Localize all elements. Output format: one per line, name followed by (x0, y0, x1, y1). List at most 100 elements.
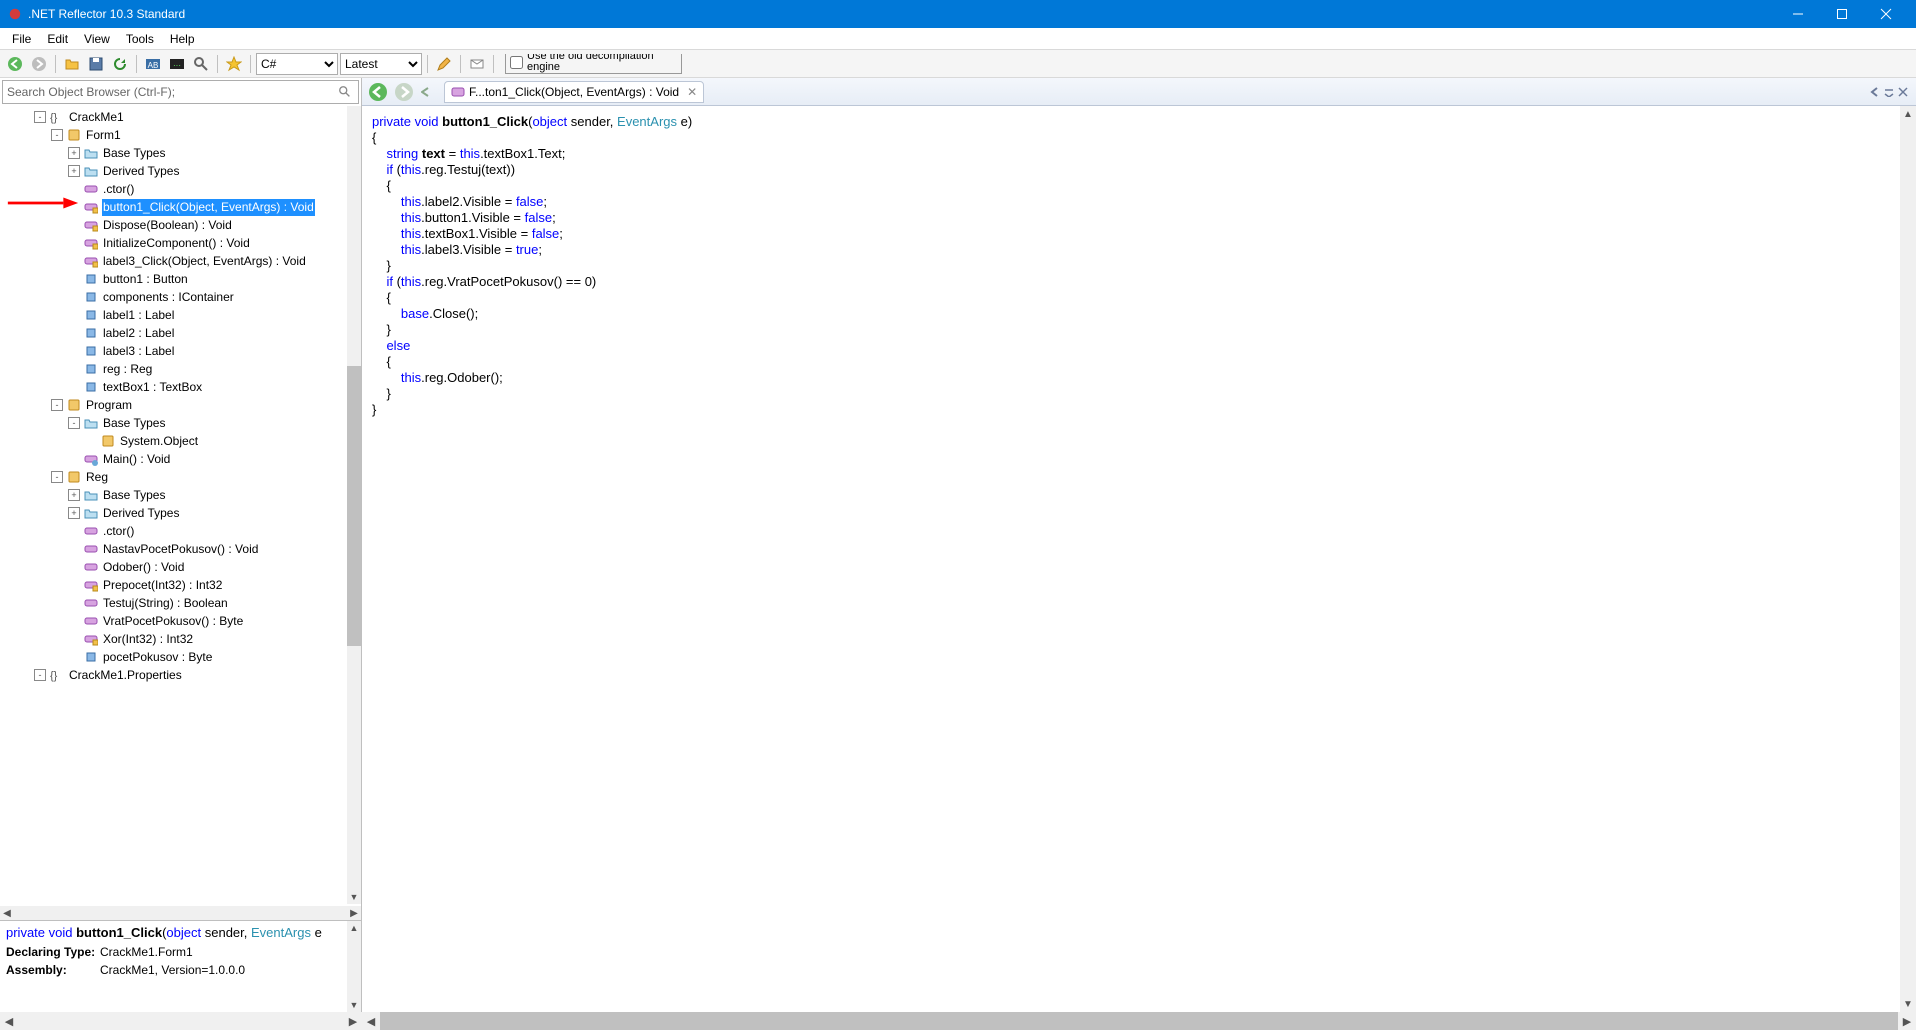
details-scroll-down[interactable]: ▼ (347, 998, 361, 1012)
code-view[interactable]: private void button1_Click(object sender… (362, 106, 1900, 1012)
tree-item[interactable]: +Base Types (0, 486, 347, 504)
mail-icon[interactable] (466, 53, 488, 75)
tree-item[interactable]: .ctor() (0, 180, 347, 198)
tree-item[interactable]: Odober() : Void (0, 558, 347, 576)
toolbar: AB ··· C# Latest Use the old decompilati… (0, 50, 1916, 78)
tab-prev-icon[interactable] (1870, 87, 1880, 97)
search-input[interactable]: Search Object Browser (Ctrl-F); (2, 80, 359, 104)
left-hscroll[interactable]: ◀ ▶ (0, 1012, 362, 1030)
tree-scroll-thumb[interactable] (347, 366, 361, 646)
minimize-button[interactable] (1776, 0, 1820, 28)
tree-hscroll-left[interactable]: ◀ (0, 906, 14, 920)
tree-hscroll-right[interactable]: ▶ (347, 906, 361, 920)
object-tree[interactable]: -{}CrackMe1-Form1+Base Types+Derived Typ… (0, 106, 347, 686)
methods-icon (84, 452, 98, 466)
code-nav-dropdown[interactable] (418, 80, 434, 104)
right-hscroll-left[interactable]: ◀ (362, 1012, 380, 1030)
tree-item[interactable]: button1 : Button (0, 270, 347, 288)
menu-help[interactable]: Help (162, 30, 203, 48)
left-hscroll-left[interactable]: ◀ (0, 1012, 18, 1030)
tree-item[interactable]: label3 : Label (0, 342, 347, 360)
tree-expander[interactable]: - (51, 471, 63, 483)
close-button[interactable] (1864, 0, 1908, 28)
code-scroll-down[interactable]: ▼ (1900, 996, 1916, 1012)
tree-item[interactable]: label3_Click(Object, EventArgs) : Void (0, 252, 347, 270)
tree-expander[interactable]: + (68, 165, 80, 177)
tree-item[interactable]: -{}CrackMe1.Properties (0, 666, 347, 684)
tab-menu-icon[interactable] (1884, 87, 1894, 97)
tree-item[interactable]: components : IContainer (0, 288, 347, 306)
engine-checkbox[interactable]: Use the old decompilation engine (505, 54, 682, 74)
menu-tools[interactable]: Tools (118, 30, 162, 48)
tree-expander (68, 345, 80, 357)
engine-checkbox-input[interactable] (510, 56, 523, 69)
pencil-icon[interactable] (433, 53, 455, 75)
folder-icon (84, 488, 98, 502)
save-button[interactable] (85, 53, 107, 75)
code-icon[interactable]: ··· (166, 53, 188, 75)
tree-expander[interactable]: - (68, 417, 80, 429)
menu-view[interactable]: View (76, 30, 118, 48)
nav-back-button[interactable] (4, 53, 26, 75)
code-nav-back[interactable] (366, 80, 390, 104)
tree-item[interactable]: Xor(Int32) : Int32 (0, 630, 347, 648)
tree-item[interactable]: NastavPocetPokusov() : Void (0, 540, 347, 558)
tree-item[interactable]: textBox1 : TextBox (0, 378, 347, 396)
tree-item[interactable]: VratPocetPokusov() : Byte (0, 612, 347, 630)
code-tab[interactable]: F...ton1_Click(Object, EventArgs) : Void… (444, 81, 704, 103)
tree-item-label: .ctor() (102, 523, 135, 540)
tree-item[interactable]: Testuj(String) : Boolean (0, 594, 347, 612)
tree-hscroll[interactable]: ◀ ▶ (0, 906, 361, 920)
search-icon[interactable] (190, 53, 212, 75)
tree-expander[interactable]: + (68, 147, 80, 159)
menu-edit[interactable]: Edit (39, 30, 76, 48)
close-tab-icon[interactable]: ✕ (687, 85, 697, 99)
code-vscroll[interactable]: ▲ ▼ (1900, 106, 1916, 1012)
tree-item[interactable]: +Base Types (0, 144, 347, 162)
tree-item[interactable]: +Derived Types (0, 504, 347, 522)
right-hscroll[interactable]: ◀ ▶ (362, 1012, 1916, 1030)
field-icon (84, 290, 98, 304)
tree-item[interactable]: .ctor() (0, 522, 347, 540)
code-nav-fwd[interactable] (392, 80, 416, 104)
tree-item[interactable]: Prepocet(Int32) : Int32 (0, 576, 347, 594)
details-scroll-up[interactable]: ▲ (347, 921, 361, 935)
tree-item[interactable]: -Program (0, 396, 347, 414)
open-button[interactable] (61, 53, 83, 75)
tree-item[interactable]: -{}CrackMe1 (0, 108, 347, 126)
tree-scroll-down[interactable]: ▼ (347, 890, 361, 904)
tree-expander[interactable]: + (68, 489, 80, 501)
tree-item[interactable]: pocetPokusov : Byte (0, 648, 347, 666)
tree-expander[interactable]: + (68, 507, 80, 519)
tree-item[interactable]: reg : Reg (0, 360, 347, 378)
tree-item[interactable]: Dispose(Boolean) : Void (0, 216, 347, 234)
code-scroll-up[interactable]: ▲ (1900, 106, 1916, 122)
language-select[interactable]: C# (256, 53, 338, 75)
tree-item[interactable]: -Base Types (0, 414, 347, 432)
field-icon (84, 362, 98, 376)
tree-item[interactable]: System.Object (0, 432, 347, 450)
details-vscroll[interactable]: ▲ ▼ (347, 921, 361, 1012)
tree-expander[interactable]: - (34, 669, 46, 681)
tree-item[interactable]: label2 : Label (0, 324, 347, 342)
tree-item[interactable]: -Reg (0, 468, 347, 486)
tree-item[interactable]: InitializeComponent() : Void (0, 234, 347, 252)
right-hscroll-right[interactable]: ▶ (1898, 1012, 1916, 1030)
tree-item[interactable]: button1_Click(Object, EventArgs) : Void (0, 198, 347, 216)
tree-item[interactable]: label1 : Label (0, 306, 347, 324)
left-hscroll-right[interactable]: ▶ (344, 1012, 362, 1030)
refresh-button[interactable] (109, 53, 131, 75)
tree-item[interactable]: +Derived Types (0, 162, 347, 180)
tree-expander[interactable]: - (51, 129, 63, 141)
maximize-button[interactable] (1820, 0, 1864, 28)
star-icon[interactable] (223, 53, 245, 75)
menu-file[interactable]: File (4, 30, 39, 48)
close-all-icon[interactable] (1898, 87, 1908, 97)
ab-icon[interactable]: AB (142, 53, 164, 75)
tree-item[interactable]: Main() : Void (0, 450, 347, 468)
tree-expander[interactable]: - (51, 399, 63, 411)
version-select[interactable]: Latest (340, 53, 422, 75)
tree-expander[interactable]: - (34, 111, 46, 123)
tree-item[interactable]: -Form1 (0, 126, 347, 144)
nav-fwd-button[interactable] (28, 53, 50, 75)
